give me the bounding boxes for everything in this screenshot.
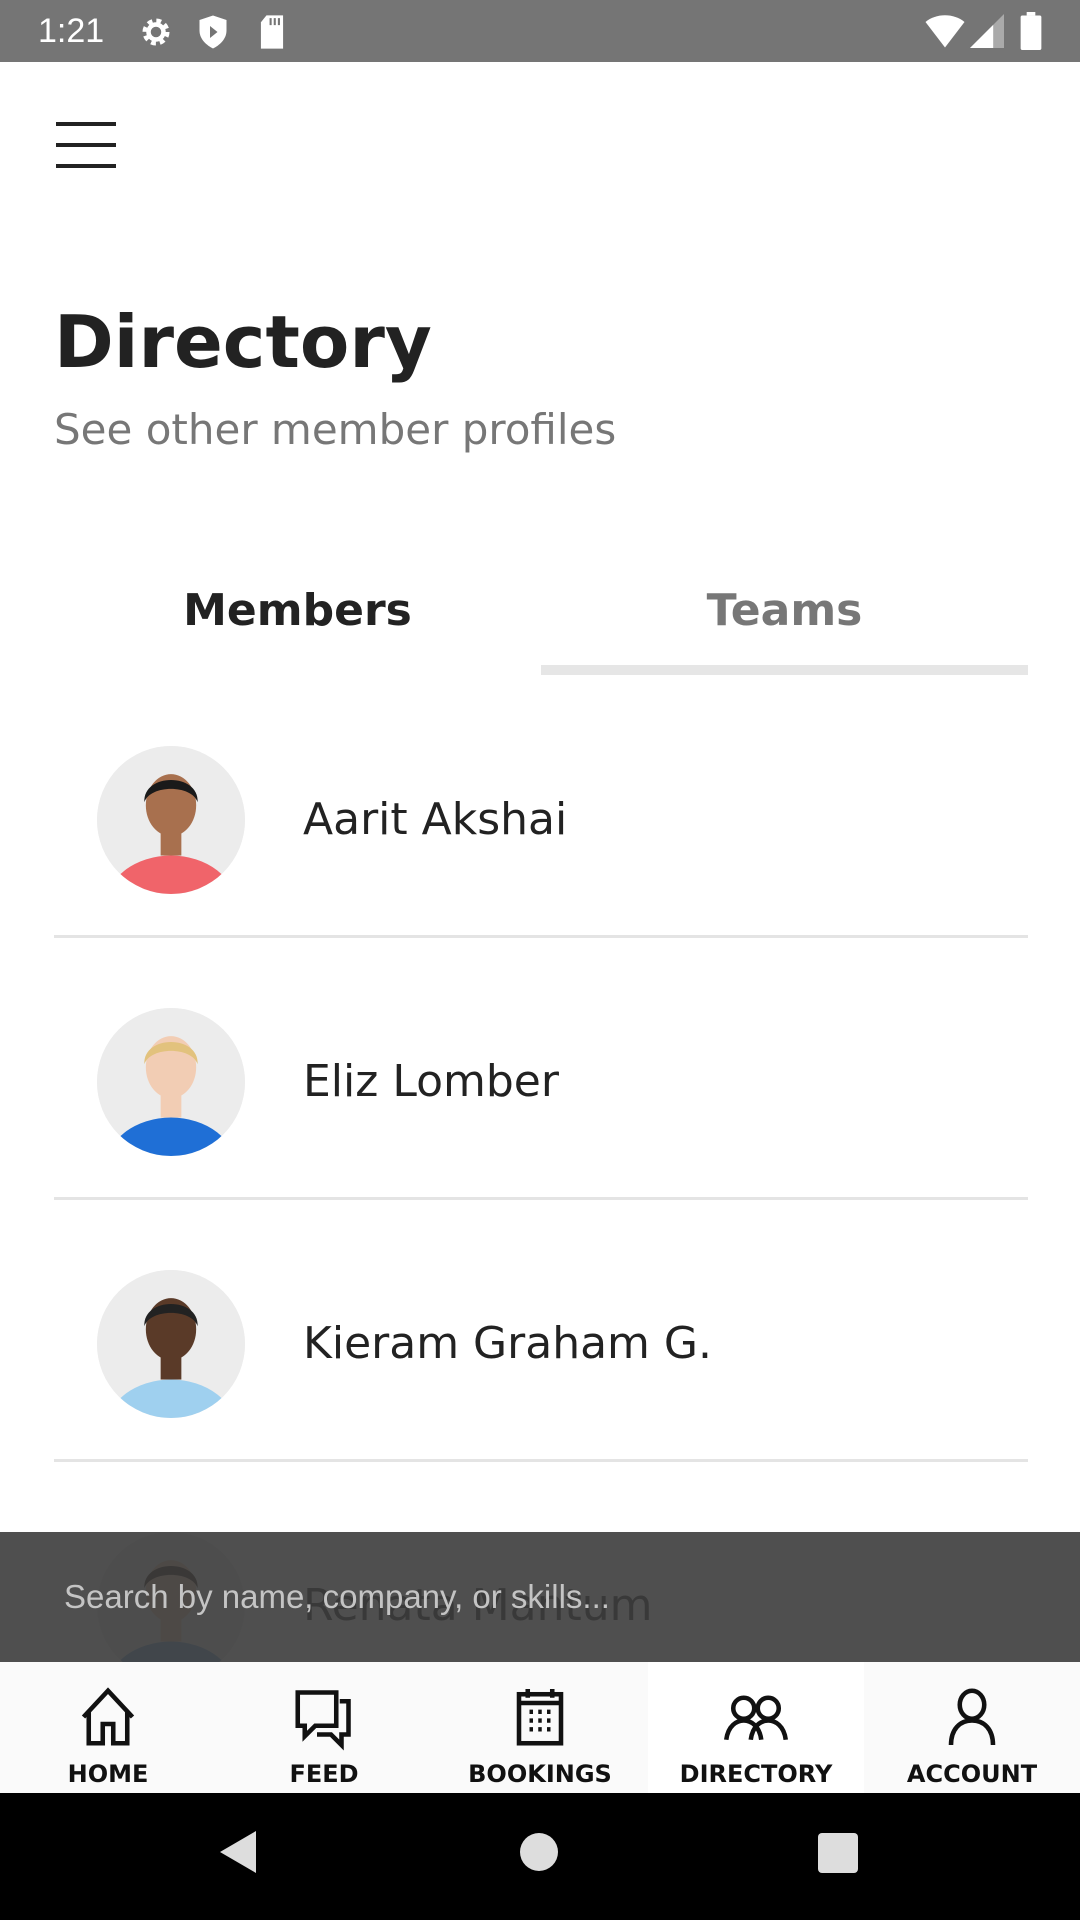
- member-name: Aarit Akshai: [303, 794, 568, 845]
- battery-icon: [1020, 12, 1042, 50]
- nav-account[interactable]: ACCOUNT: [864, 1662, 1080, 1793]
- page-subtitle: See other member profiles: [54, 405, 617, 454]
- member-name: Kieram Graham G.: [303, 1318, 712, 1369]
- nav-directory[interactable]: DIRECTORY: [648, 1662, 864, 1793]
- bottom-nav: HOME FEED BOOKINGS DIRECTORY ACCOUNT: [0, 1662, 1080, 1793]
- hamburger-menu-icon[interactable]: [56, 122, 116, 168]
- search-input[interactable]: [0, 1532, 1080, 1662]
- chat-icon: [295, 1690, 351, 1751]
- search-bar[interactable]: [0, 1532, 1080, 1662]
- person-icon: [948, 1688, 996, 1746]
- sd-card-icon: [260, 15, 284, 49]
- avatar: [97, 746, 245, 894]
- nav-label: FEED: [289, 1760, 359, 1788]
- member-row[interactable]: Eliz Lomber: [54, 938, 1028, 1200]
- avatar: [97, 1008, 245, 1156]
- gear-icon: [142, 18, 170, 46]
- calendar-icon: [516, 1689, 564, 1746]
- nav-bookings[interactable]: BOOKINGS: [432, 1662, 648, 1793]
- member-name: Eliz Lomber: [303, 1056, 559, 1107]
- member-row[interactable]: Kieram Graham G.: [54, 1200, 1028, 1462]
- nav-label: DIRECTORY: [679, 1760, 833, 1788]
- home-circle-icon[interactable]: [520, 1833, 558, 1871]
- home-icon: [81, 1687, 135, 1746]
- member-row[interactable]: Aarit Akshai: [54, 676, 1028, 938]
- back-icon[interactable]: [218, 1829, 258, 1875]
- nav-feed[interactable]: FEED: [216, 1662, 432, 1793]
- avatar: [97, 1270, 245, 1418]
- nav-home[interactable]: HOME: [0, 1662, 216, 1793]
- wifi-icon: [925, 15, 965, 48]
- status-time: 1:21: [38, 12, 105, 50]
- signal-icon: [970, 14, 1004, 48]
- shield-icon: [199, 15, 227, 49]
- nav-label: HOME: [67, 1760, 149, 1788]
- people-icon: [723, 1695, 789, 1741]
- status-bar: 1:21: [0, 0, 1080, 62]
- tab-teams-indicator: [541, 665, 1028, 675]
- tab-teams[interactable]: Teams: [541, 585, 1028, 636]
- nav-label: BOOKINGS: [468, 1760, 612, 1788]
- page-title: Directory: [54, 300, 432, 384]
- tab-members[interactable]: Members: [54, 585, 541, 636]
- nav-label: ACCOUNT: [906, 1760, 1038, 1788]
- system-nav-bar: [0, 1793, 1080, 1920]
- recents-icon[interactable]: [818, 1833, 858, 1873]
